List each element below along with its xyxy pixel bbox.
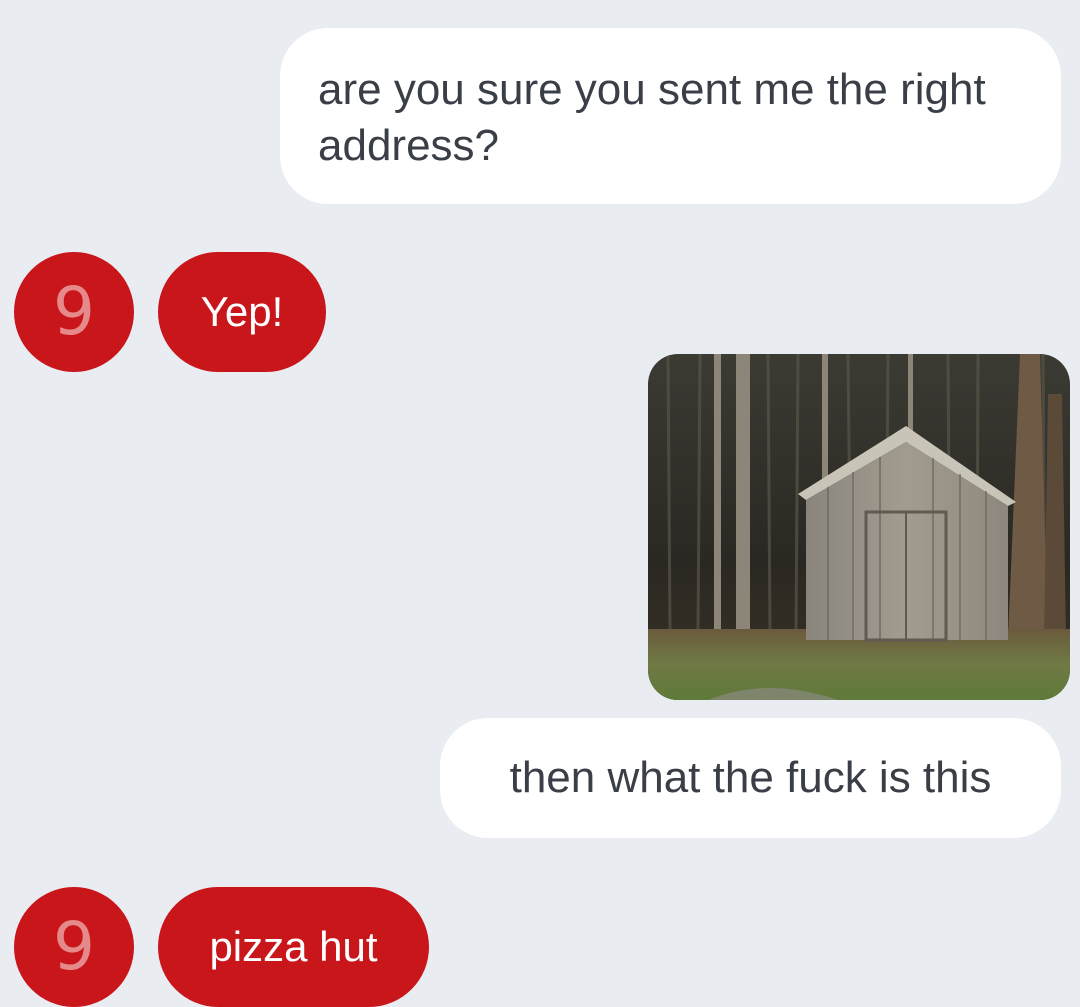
avatar-glyph: 9 [53,273,95,350]
image-message[interactable] [648,354,1070,700]
shed-photo [648,354,1070,700]
message-text: Yep! [200,288,284,335]
avatar-glyph: 9 [53,908,95,985]
contact-avatar[interactable]: 9 [14,252,134,372]
outgoing-message-bubble[interactable]: then what the fuck is this [440,718,1061,838]
incoming-message-bubble[interactable]: Yep! [158,252,326,372]
outgoing-message-bubble[interactable]: are you sure you sent me the right addre… [280,28,1061,204]
message-text: are you sure you sent me the right addre… [318,65,986,170]
incoming-message-bubble[interactable]: pizza hut [158,887,429,1007]
contact-avatar[interactable]: 9 [14,887,134,1007]
message-text: pizza hut [209,923,378,970]
message-text: then what the fuck is this [509,753,992,802]
